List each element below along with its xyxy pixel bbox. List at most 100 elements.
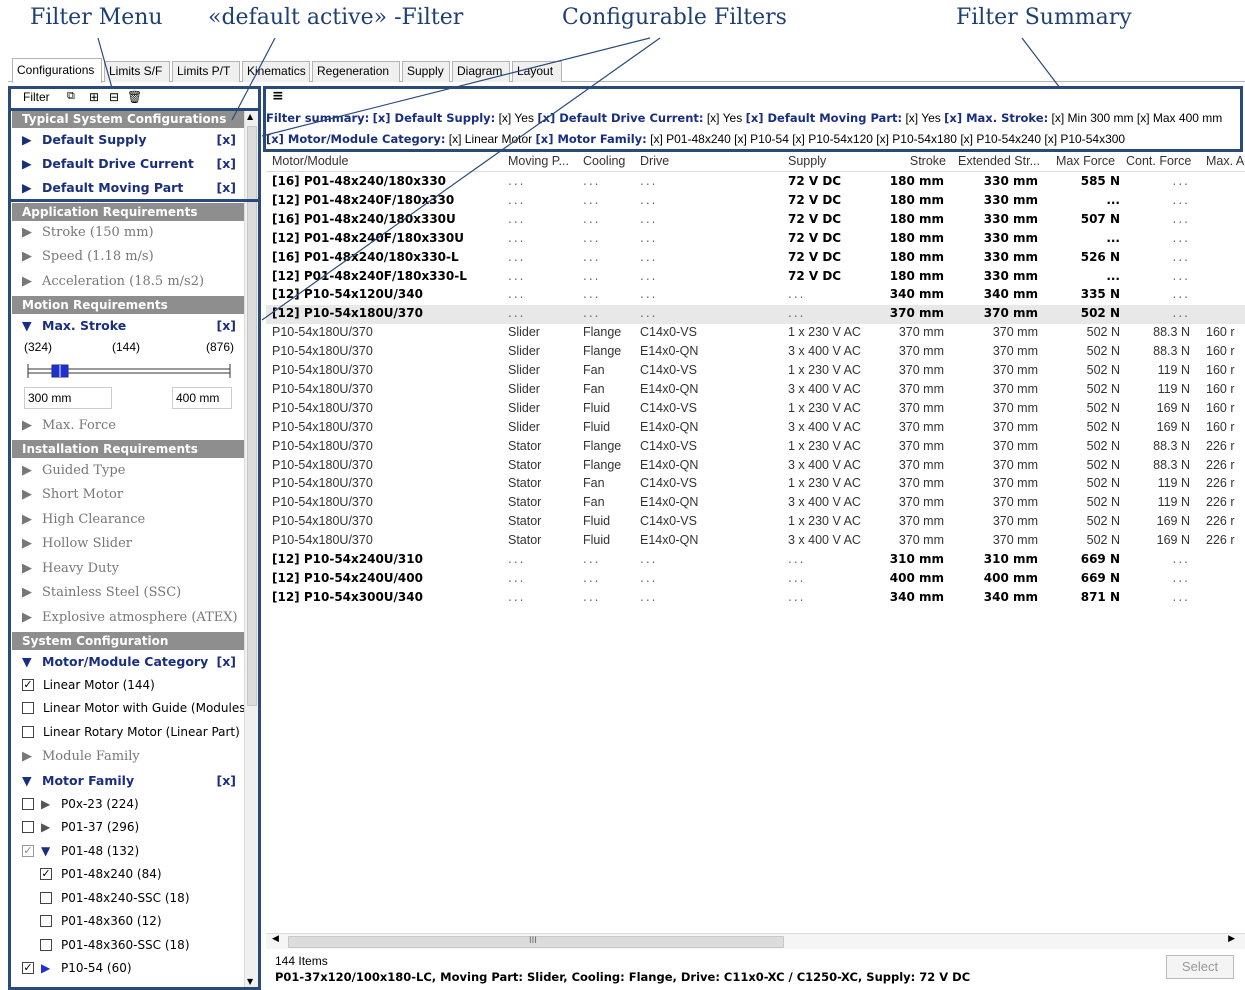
checkbox-unchecked[interactable]: [40, 939, 52, 951]
checkbox-checked[interactable]: ✓: [22, 962, 34, 974]
checkbox-partial[interactable]: ✓: [22, 845, 34, 857]
tab-kinematics[interactable]: Kinematics: [242, 61, 310, 82]
expand-icon[interactable]: ▶: [22, 177, 32, 199]
expand-icon[interactable]: ▶: [22, 271, 32, 293]
expand-icon[interactable]: ▶: [41, 957, 50, 979]
filter-speed[interactable]: ▶ Speed (1.18 m/s): [12, 246, 244, 268]
clear-filter-button[interactable]: [x]: [217, 770, 237, 792]
sidebar-scroll-thumb[interactable]: [247, 126, 257, 706]
horizontal-scroll-thumb[interactable]: III: [288, 936, 784, 948]
table-group-row[interactable]: [12] P01-48x240F/180x330......... 72 V DC…: [266, 192, 1245, 211]
table-group-row[interactable]: [16] P01-48x240/180x330......... 72 V DC 1…: [266, 173, 1245, 192]
summary-key[interactable]: [x] Motor Family:: [536, 132, 647, 146]
column-header-extended-stroke[interactable]: Extended Str...: [958, 154, 1044, 168]
table-row[interactable]: P10-54x180U/370 Stator Fan C14x0-VS 1 x 230 …: [266, 475, 1245, 494]
expand-icon[interactable]: ▶: [22, 582, 32, 604]
expand-icon[interactable]: ▶: [22, 607, 32, 629]
select-button[interactable]: Select: [1166, 955, 1234, 979]
column-header-drive[interactable]: Drive: [640, 154, 780, 168]
column-header-cooling[interactable]: Cooling: [583, 154, 635, 168]
summary-key[interactable]: [x] Default Drive Current:: [537, 111, 703, 125]
expand-icon[interactable]: ▶: [41, 816, 50, 838]
option-p01-37[interactable]: ▶ P01-37 (296): [12, 816, 244, 838]
filter-max-force[interactable]: ▶ Max. Force: [12, 415, 244, 437]
expand-icon[interactable]: ▶: [22, 558, 32, 580]
clear-filter-button[interactable]: [x]: [217, 177, 237, 199]
column-header-motor-module[interactable]: Motor/Module: [272, 154, 502, 168]
table-row[interactable]: P10-54x180U/370 Slider Fluid C14x0-VS 1 x 23…: [266, 400, 1245, 419]
expand-icon[interactable]: ▶: [22, 246, 32, 268]
collapse-icon[interactable]: ▼: [22, 770, 32, 792]
table-group-row[interactable]: [12] P01-48x240F/180x330-L......... 72 V …: [266, 268, 1245, 287]
summary-key[interactable]: [x] Motor/Module Category:: [266, 132, 445, 146]
column-header-moving-part[interactable]: Moving P...: [508, 154, 578, 168]
filter-heavy-duty[interactable]: ▶ Heavy Duty: [12, 558, 244, 580]
expand-icon[interactable]: ▶: [22, 460, 32, 482]
tab-diagram[interactable]: Diagram: [452, 61, 510, 82]
scroll-down-icon[interactable]: ▼: [247, 977, 253, 986]
filter-module-family[interactable]: ▶ Module Family: [12, 746, 244, 768]
filter-guided-type[interactable]: ▶ Guided Type: [12, 460, 244, 482]
summary-value[interactable]: [x] Linear Motor: [449, 132, 532, 146]
sidebar-scrollbar[interactable]: ▲ ▼: [244, 110, 258, 990]
checkbox-unchecked[interactable]: [22, 702, 34, 714]
expand-icon[interactable]: ▶: [22, 509, 32, 531]
scroll-right-icon[interactable]: ▶: [1228, 934, 1235, 944]
table-group-row[interactable]: [16] P01-48x240/180x330-L......... 72 V D…: [266, 249, 1245, 268]
scroll-up-icon[interactable]: ▲: [247, 112, 253, 121]
filter-hollow-slider[interactable]: ▶ Hollow Slider: [12, 533, 244, 555]
checkbox-checked[interactable]: ✓: [40, 868, 52, 880]
summary-key[interactable]: [x] Default Moving Part:: [746, 111, 903, 125]
summary-value[interactable]: [x] Yes: [499, 111, 534, 125]
table-group-row[interactable]: [12] P10-54x300U/340............ 340 mm 34…: [266, 589, 1245, 608]
table-group-row[interactable]: [12] P10-54x180U/370............ 370 mm 37…: [266, 305, 1245, 325]
filter-default-moving-part[interactable]: ▶ Default Moving Part [x]: [12, 177, 244, 199]
filter-max-stroke[interactable]: ▼ Max. Stroke [x]: [12, 315, 244, 337]
option-p01-48[interactable]: ✓ ▼ P01-48 (132): [12, 840, 244, 862]
filter-atex[interactable]: ▶ Explosive atmosphere (ATEX): [12, 607, 244, 629]
checkbox-unchecked[interactable]: [40, 915, 52, 927]
table-group-row[interactable]: [12] P10-54x240U/400............ 400 mm 40…: [266, 570, 1245, 589]
option-p01-48x360-ssc[interactable]: P01-48x360-SSC (18): [12, 934, 244, 956]
option-p01-48x240-ssc[interactable]: P01-48x240-SSC (18): [12, 887, 244, 909]
tab-supply[interactable]: Supply: [402, 61, 450, 82]
clear-filter-button[interactable]: [x]: [217, 153, 237, 175]
option-p01-48x240[interactable]: ✓ P01-48x240 (84): [12, 863, 244, 885]
checkbox-checked[interactable]: ✓: [22, 679, 34, 691]
collapse-all-icon[interactable]: ⊟: [109, 90, 119, 104]
checkbox-unchecked[interactable]: [40, 892, 52, 904]
option-p10-54[interactable]: ✓ ▶ P10-54 (60): [12, 957, 244, 979]
table-row[interactable]: P10-54x180U/370 Slider Fan C14x0-VS 1 x 230 …: [266, 362, 1245, 381]
filter-stroke[interactable]: ▶ Stroke (150 mm): [12, 222, 244, 244]
expand-icon[interactable]: ▶: [41, 793, 50, 815]
stroke-max-input[interactable]: 400 mm: [172, 387, 232, 409]
filter-short-motor[interactable]: ▶ Short Motor: [12, 484, 244, 506]
summary-value[interactable]: [x] P01-48x240 [x] P10-54 [x] P10-54x120…: [650, 132, 1125, 146]
filter-motor-module-category[interactable]: ▼ Motor/Module Category [x]: [12, 651, 244, 673]
add-filter-icon[interactable]: ⧉: [67, 90, 75, 103]
option-linear-motor[interactable]: ✓ Linear Motor (144): [12, 674, 244, 696]
expand-icon[interactable]: ▶: [22, 222, 32, 244]
table-row[interactable]: P10-54x180U/370 Stator Fan E14x0-QN 3 x 400 …: [266, 494, 1245, 513]
summary-value[interactable]: [x] Yes: [707, 111, 742, 125]
clear-filter-button[interactable]: [x]: [217, 651, 237, 673]
option-linear-motor-with-guide[interactable]: Linear Motor with Guide (Modules) (: [12, 697, 244, 719]
column-header-cont-force[interactable]: Cont. Force: [1126, 154, 1194, 168]
expand-icon[interactable]: ▶: [22, 153, 32, 175]
table-row[interactable]: P10-54x180U/370 Stator Fluid E14x0-QN 3 x 40…: [266, 532, 1245, 551]
table-row[interactable]: P10-54x180U/370 Stator Flange E14x0-QN 3 x 4…: [266, 457, 1245, 476]
collapse-icon[interactable]: ▼: [22, 651, 32, 673]
scroll-left-icon[interactable]: ◀: [272, 934, 279, 944]
table-group-row[interactable]: [12] P10-54x240U/310............ 310 mm 31…: [266, 551, 1245, 570]
expand-icon[interactable]: ▶: [22, 533, 32, 555]
option-linear-rotary-motor[interactable]: Linear Rotary Motor (Linear Part) (12: [12, 721, 244, 743]
expand-icon[interactable]: ▶: [22, 484, 32, 506]
table-row[interactable]: P10-54x180U/370 Slider Flange E14x0-QN 3 x 4…: [266, 343, 1245, 362]
option-p0x-23[interactable]: ▶ P0x-23 (224): [12, 793, 244, 815]
clear-filter-button[interactable]: [x]: [217, 129, 237, 151]
table-group-row[interactable]: [16] P01-48x240/180x330U......... 72 V DC…: [266, 211, 1245, 230]
horizontal-scrollbar[interactable]: ◀ III ▶: [266, 933, 1245, 949]
collapse-icon[interactable]: ▼: [22, 315, 32, 337]
summary-key[interactable]: [x] Default Supply:: [373, 111, 496, 125]
tab-regeneration[interactable]: Regeneration: [312, 61, 400, 82]
